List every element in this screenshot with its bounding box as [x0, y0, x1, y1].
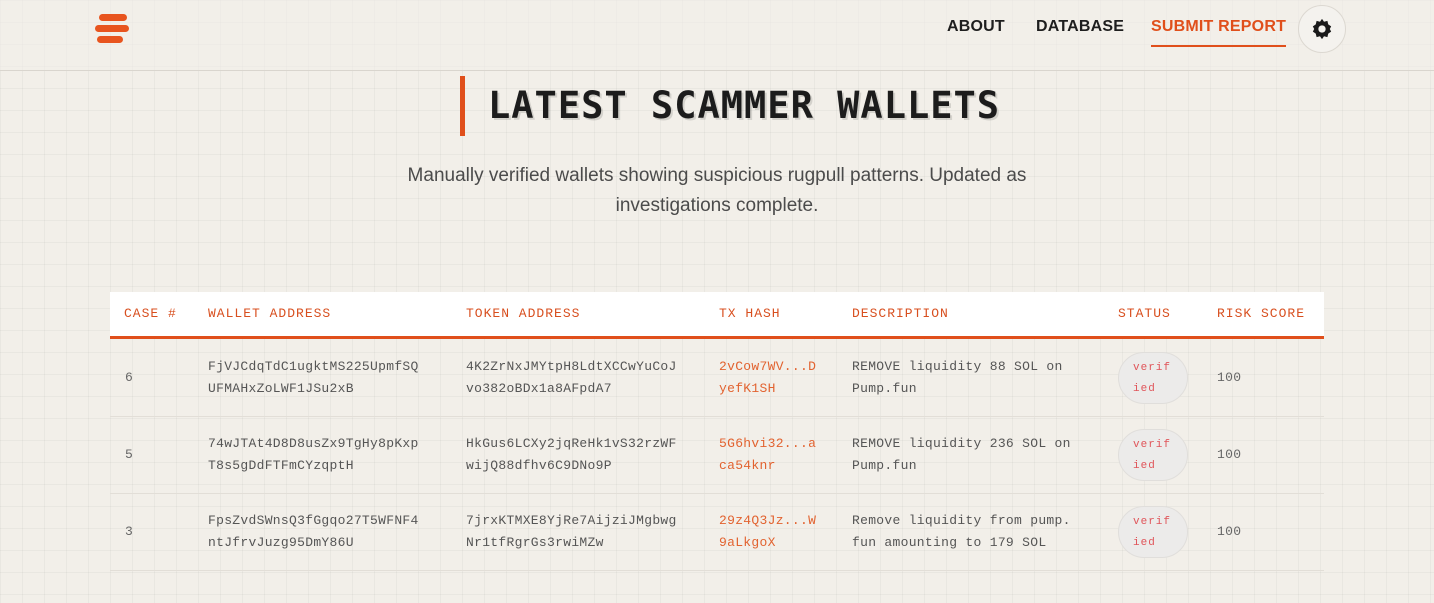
header-description: DESCRIPTION	[852, 306, 949, 321]
table-row[interactable]: 3 FpsZvdSWnsQ3fGgqo27T5WFNF4 ntJfrvJuzg9…	[110, 494, 1324, 571]
case-number: 6	[125, 370, 134, 385]
token-address-line: 4K2ZrNxJMYtpH8LdtXCCwYuCoJ	[466, 359, 677, 374]
risk-score: 100	[1217, 447, 1242, 462]
tx-hash-link[interactable]: 2vCow7WV...D yefK1SH	[719, 356, 816, 400]
wallet-address-line: UFMAHxZoLWF1JSu2xB	[208, 381, 354, 396]
header-case: CASE #	[124, 306, 177, 321]
description-line: REMOVE liquidity 236 SOL on	[852, 436, 1071, 451]
token-address-line: vo382oBDx1a8AFpdA7	[466, 381, 612, 396]
status-badge-line: verif	[1133, 439, 1172, 451]
header-wallet-address: WALLET ADDRESS	[208, 306, 332, 321]
table-row[interactable]: 6 FjVJCdqTdC1ugktMS225UpmfSQ UFMAHxZoLWF…	[110, 340, 1324, 417]
risk-score: 100	[1217, 370, 1242, 385]
token-address-line: wijQ88dfhv6C9DNo9P	[466, 458, 612, 473]
table-row[interactable]: 5 74wJTAt4D8D8usZx9TgHy8pKxp T8s5gDdFTFm…	[110, 417, 1324, 494]
nav-database-link[interactable]: DATABASE	[1036, 18, 1124, 48]
tx-hash-line: 5G6hvi32...a	[719, 436, 817, 451]
case-number: 3	[125, 524, 134, 539]
header-token-address: TOKEN ADDRESS	[466, 306, 581, 321]
status-badge-line: verif	[1133, 516, 1172, 528]
wallet-address-line: T8s5gDdFTFmCYzqptH	[208, 458, 354, 473]
top-navbar: ABOUT DATABASE SUBMIT REPORT	[0, 0, 1434, 71]
nav-submit-report-link[interactable]: SUBMIT REPORT	[1151, 18, 1287, 48]
table-header: CASE # WALLET ADDRESS TOKEN ADDRESS TX H…	[110, 292, 1324, 339]
gear-icon	[1312, 18, 1332, 40]
description-line: Pump.fun	[852, 381, 917, 396]
menu-logo-icon[interactable]	[95, 14, 129, 44]
risk-score: 100	[1217, 524, 1242, 539]
description: Remove liquidity from pump. fun amountin…	[852, 510, 1071, 554]
tx-hash-line: ca54knr	[719, 458, 776, 473]
status-badge: verif ied	[1118, 429, 1188, 481]
description-line: Remove liquidity from pump.	[852, 513, 1071, 528]
description-line: REMOVE liquidity 88 SOL on	[852, 359, 1063, 374]
token-address: 4K2ZrNxJMYtpH8LdtXCCwYuCoJ vo382oBDx1a8A…	[466, 356, 677, 400]
wallet-address-line: FpsZvdSWnsQ3fGgqo27T5WFNF4	[208, 513, 419, 528]
token-address: HkGus6LCXy2jqReHk1vS32rzWF wijQ88dfhv6C9…	[466, 433, 677, 477]
token-address-line: 7jrxKTMXE8YjRe7AijziJMgbwg	[466, 513, 677, 528]
subtitle-line: investigations complete.	[615, 195, 819, 216]
token-address-line: HkGus6LCXy2jqReHk1vS32rzWF	[466, 436, 677, 451]
tx-hash-line: yefK1SH	[719, 381, 776, 396]
theme-toggle-button[interactable]	[1298, 5, 1346, 53]
tx-hash-line: 29z4Q3Jz...W	[719, 513, 817, 528]
tx-hash-link[interactable]: 5G6hvi32...a ca54knr	[719, 433, 816, 477]
status-badge: verif ied	[1118, 506, 1188, 558]
wallet-address: FpsZvdSWnsQ3fGgqo27T5WFNF4 ntJfrvJuzg95D…	[208, 510, 419, 554]
wallet-address: FjVJCdqTdC1ugktMS225UpmfSQ UFMAHxZoLWF1J…	[208, 356, 419, 400]
tx-hash-link[interactable]: 29z4Q3Jz...W 9aLkgoX	[719, 510, 816, 554]
description-line: fun amounting to 179 SOL	[852, 535, 1047, 550]
nav-about-link[interactable]: ABOUT	[947, 18, 1005, 48]
tx-hash-line: 9aLkgoX	[719, 535, 776, 550]
status-badge-line: ied	[1133, 460, 1156, 472]
token-address-line: Nr1tfRgrGs3rwiMZw	[466, 535, 604, 550]
title-accent-bar	[460, 76, 465, 136]
subtitle-line: Manually verified wallets showing suspic…	[407, 165, 1027, 186]
case-number: 5	[125, 447, 134, 462]
description: REMOVE liquidity 88 SOL on Pump.fun	[852, 356, 1063, 400]
header-tx-hash: TX HASH	[719, 306, 781, 321]
header-status: STATUS	[1118, 306, 1171, 321]
page-subtitle: Manually verified wallets showing suspic…	[395, 161, 1039, 221]
status-badge-line: verif	[1133, 362, 1172, 374]
wallet-address-line: 74wJTAt4D8D8usZx9TgHy8pKxp	[208, 436, 419, 451]
status-badge-line: ied	[1133, 537, 1156, 549]
wallet-address: 74wJTAt4D8D8usZx9TgHy8pKxp T8s5gDdFTFmCY…	[208, 433, 419, 477]
status-badge: verif ied	[1118, 352, 1188, 404]
page-title: LATEST SCAMMER WALLETS	[488, 84, 1001, 127]
status-badge-line: ied	[1133, 383, 1156, 395]
description-line: Pump.fun	[852, 458, 917, 473]
wallet-address-line: FjVJCdqTdC1ugktMS225UpmfSQ	[208, 359, 419, 374]
token-address: 7jrxKTMXE8YjRe7AijziJMgbwg Nr1tfRgrGs3rw…	[466, 510, 677, 554]
header-risk-score: RISK SCORE	[1217, 306, 1306, 321]
description: REMOVE liquidity 236 SOL on Pump.fun	[852, 433, 1071, 477]
wallet-address-line: ntJfrvJuzg95DmY86U	[208, 535, 354, 550]
tx-hash-line: 2vCow7WV...D	[719, 359, 817, 374]
